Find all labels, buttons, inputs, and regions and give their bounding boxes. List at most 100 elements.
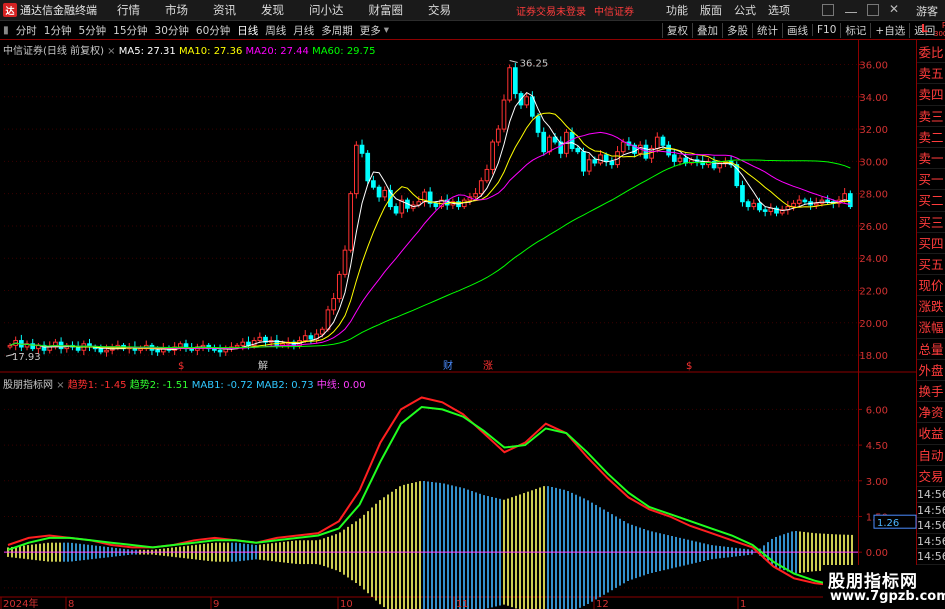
candle-body [177,343,183,348]
candle-body [490,141,495,170]
sidebar-item[interactable]: 14:56 [917,487,945,503]
sidebar-item[interactable]: 换手 [917,381,945,403]
sidebar-item[interactable]: 14:56 [917,549,945,565]
price-tick-label: 28.00 [859,190,888,201]
candle-body [671,154,677,162]
sidebar-item[interactable]: 买三 [917,212,945,233]
price-tick-label: 36.00 [859,61,888,72]
sidebar-item[interactable]: 14:56 [917,518,945,534]
trend1-label: 趋势1: -1.45 [67,380,127,391]
sidebar-l[interactable]: L [921,22,928,35]
quote-sidebar: 委比 卖五 卖四 卖三 卖二 卖一 买一 买二 买三 买四 买五 现价 涨跌 涨幅 总量 外盘 换手 净资 收益 自动… [917,40,945,609]
candle-body [762,209,768,212]
candle-body [484,168,490,182]
candle-body [319,328,325,335]
ma-line-ma5 [9,91,851,351]
high-marker [509,60,518,63]
sidebar-item[interactable]: 买四 [917,233,945,254]
sidebar-item[interactable]: 买一 [917,169,945,191]
candle-body [308,335,314,340]
candle-body [217,349,223,353]
sidebar-item[interactable]: 交易 [917,466,945,487]
candle-body [212,348,217,351]
date-label: 2024年 [3,597,38,609]
candle-body [666,144,671,156]
midline-label: 中线: 0.00 [316,380,366,391]
candle-body [751,202,757,208]
candle-body [592,159,598,164]
price-tick-label: 34.00 [859,93,888,104]
candle-body [598,154,603,164]
ma-line-ma20 [9,131,851,350]
price-tick-label: 22.00 [859,287,888,298]
ma-line-ma10 [9,112,851,350]
candle-body [371,180,376,188]
candle-body [512,67,518,95]
indicator-name[interactable]: 股朋指标网 [3,380,53,391]
sidebar-item[interactable]: 总量 [917,339,945,360]
mab1-label: MAB1: -0.72 [191,380,253,391]
candle-body [240,341,246,346]
candle-body [677,157,683,162]
watermark-url: www.7gpzb.com [830,589,945,604]
sidebar-item[interactable]: 委比 [917,42,945,64]
indicator-tick-label: 0.00 [866,548,888,559]
event-marker: $ [178,361,184,372]
sidebar-item[interactable]: 净资 [917,402,945,424]
price-tick-label: 30.00 [859,157,888,168]
sidebar-item[interactable]: 收益 [917,423,945,445]
candle-body [535,115,541,133]
candle-body [660,136,666,146]
candle-body [581,151,586,172]
event-marker: 财 [443,359,453,372]
sidebar-item[interactable]: 自动 [917,445,945,466]
candle-body [478,180,484,195]
candle-body [7,344,13,348]
chart-canvas[interactable]: 36.00 34.00 32.00 30.00 28.00 26.00 24.00 22.00… [0,0,945,609]
sidebar-item[interactable]: 涨幅 [917,317,945,339]
candle-body [609,160,615,166]
sidebar-item[interactable]: 卖三 [917,106,945,127]
candle-body [524,96,530,106]
candle-body [586,159,592,172]
sidebar-item[interactable]: 涨跌 [917,296,945,318]
sidebar-item[interactable]: 外盘 [917,360,945,381]
candle-body [382,189,388,198]
candle-body [813,202,819,206]
candle-body [234,344,240,348]
ma60-label: MA60: 29.75 [312,46,376,57]
date-label: 12 [596,599,609,609]
trend2-label: 趋势2: -1.51 [129,380,189,391]
candle-body [302,335,308,342]
event-marker: $ [686,361,692,372]
candle-body [331,298,336,311]
sidebar-item[interactable]: 买二 [917,190,945,212]
sidebar-item[interactable]: 现价 [917,275,945,297]
high-price-label: 36.25 [520,58,549,69]
candle-body [541,131,547,153]
candle-body [507,67,512,101]
candle-body [495,128,501,143]
sidebar-item[interactable]: 买五 [917,254,945,276]
date-label: 1 [740,599,746,609]
candle-body [796,199,802,204]
sidebar-item[interactable]: 14:56 [917,534,945,550]
sidebar-item[interactable]: 卖五 [917,63,945,85]
candle-body [257,336,263,342]
sidebar-item[interactable]: 卖四 [917,84,945,106]
date-label: 11 [456,599,469,609]
app-window: { "app": {"title": "通达信金融终端", "logo_glyp… [0,0,945,609]
sidebar-item[interactable]: 卖一 [917,148,945,170]
sidebar-item[interactable]: 14:56 [917,503,945,519]
candle-body [325,309,331,330]
stock-name[interactable]: 中信证券(日线 前复权) [3,46,104,57]
candle-body [354,144,359,195]
ma5-label: MA5: 27.31 [118,46,176,57]
event-marker: 解 [258,359,268,372]
candle-body [547,136,552,153]
ma20-label: MA20: 27.44 [245,46,309,57]
sidebar-item[interactable]: 卖二 [917,127,945,148]
candle-body [75,346,81,351]
sub-chart-legend: 股朋指标网 × 趋势1: -1.45 趋势2: -1.51 MAB1: -0.7… [3,380,366,391]
candle-body [359,144,365,154]
